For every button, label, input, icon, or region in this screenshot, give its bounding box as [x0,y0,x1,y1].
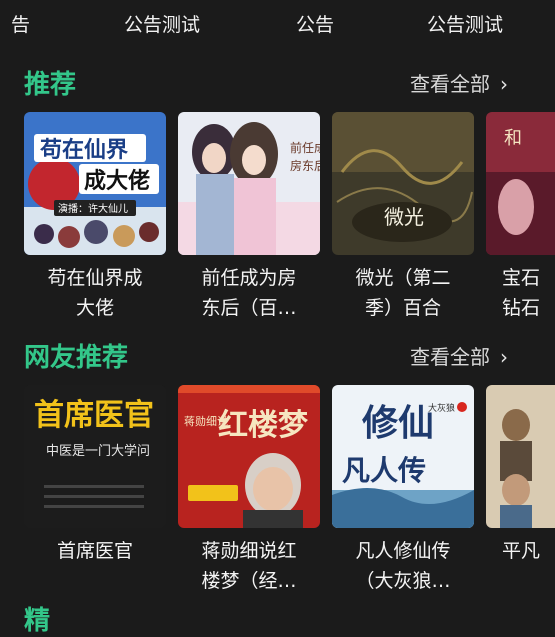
announcement-ticker[interactable]: 告 公告测试 公告 公告测试 [0,0,555,46]
cover-subtitle-text: 蒋勋细说 [184,414,228,428]
view-all-recommend-button[interactable]: 查看全部 › [410,68,508,97]
book-title-line1: 凡人修仙传 [355,540,451,562]
book-card[interactable]: 前任成为 房东后 前任成为房 东后（百… [178,112,320,323]
cover-subtitle-text: 成大佬 [84,168,150,194]
book-card[interactable]: 和 宝石 钻石 [486,112,555,323]
book-title: 平凡 [486,536,555,566]
book-title-line2: 楼梦（经… [201,570,297,592]
cover-subtitle-text: 房东后 [290,158,320,173]
book-cover[interactable]: 苟在仙界 成大佬 演播：许大仙儿 [24,112,166,255]
view-all-label: 查看全部 [410,72,490,96]
book-title: 苟在仙界成 大佬 [24,263,166,323]
book-title: 宝石 钻石 [486,263,555,323]
book-card[interactable]: 平凡 [486,385,555,566]
cover-title-text: 微光 [384,205,424,229]
book-title-line2: 钻石 [502,297,541,319]
book-title-line2: 大佬 [75,297,114,319]
book-title: 前任成为房 东后（百… [178,263,320,323]
book-title-line1: 微光（第二 [355,267,451,289]
cover-title-text: 和 [504,128,522,149]
ticker-item[interactable]: 告 [11,10,30,37]
book-card[interactable]: 首席医官 中医是一门大学问 首席医官 [24,385,166,566]
book-title: 微光（第二 季）百合 [332,263,474,323]
book-title-line1: 首席医官 [56,540,133,562]
book-title-line2: （大灰狼… [355,570,451,592]
cover-title-text: 前任成为 [290,140,320,155]
book-cover[interactable] [486,385,555,528]
book-cover[interactable]: 前任成为 房东后 [178,112,320,255]
ticker-item[interactable]: 公告测试 [124,10,200,37]
book-card[interactable]: 修仙 凡人传 大灰狼 凡人修仙传 （大灰狼… [332,385,474,595]
book-title: 首席医官 [24,536,166,566]
chevron-right-icon: › [500,345,508,369]
book-title-line2: 东后（百… [201,297,297,319]
book-card[interactable]: 红楼梦 蒋勋细说 蒋勋细说红 楼梦（经… [178,385,320,595]
book-cover[interactable]: 修仙 凡人传 大灰狼 [332,385,474,528]
cover-title-text: 苟在仙界 [39,137,128,163]
book-title-line1: 平凡 [502,540,541,562]
section-title-next-partial: 精 [24,606,51,636]
cover-title-text: 修仙 [362,402,434,444]
user-recommend-card-row: 首席医官 中医是一门大学问 首席医官 红楼梦 蒋勋细说 蒋勋细说红 楼梦（经… … [0,385,555,595]
book-cover[interactable]: 红楼梦 蒋勋细说 [178,385,320,528]
book-cover[interactable]: 微光 [332,112,474,255]
cover-subtitle-text: 中医是一门大学问 [46,443,150,459]
cover-title-text: 红楼梦 [218,408,308,443]
cover-narrator-text: 大灰狼 [428,402,455,414]
book-cover[interactable]: 和 [486,112,555,255]
section-title-user-recommend: 网友推荐 [24,343,129,373]
book-title: 蒋勋细说红 楼梦（经… [178,536,320,595]
book-cover[interactable]: 首席医官 中医是一门大学问 [24,385,166,528]
ticker-item[interactable]: 公告 [296,10,334,37]
book-card[interactable]: 苟在仙界 成大佬 演播：许大仙儿 苟在仙界成 大佬 [24,112,166,323]
book-title-line2: 季）百合 [364,297,441,319]
ticker-item[interactable]: 公告测试 [427,10,503,37]
book-card[interactable]: 微光 微光（第二 季）百合 [332,112,474,323]
cover-subtitle-text: 凡人传 [342,454,426,487]
section-title-recommend: 推荐 [24,70,77,100]
chevron-right-icon: › [500,72,508,96]
cover-title-text: 首席医官 [34,398,154,433]
view-all-user-recommend-button[interactable]: 查看全部 › [410,341,508,370]
cover-narrator-text: 演播：许大仙儿 [58,202,128,215]
recommend-card-row: 苟在仙界 成大佬 演播：许大仙儿 苟在仙界成 大佬 前任 房东 前任成为房 东后… [0,112,555,332]
book-title: 凡人修仙传 （大灰狼… [332,536,474,595]
book-title-line1: 苟在仙界成 [47,267,143,289]
book-title-line1: 蒋勋细说红 [201,540,297,562]
book-title-line1: 前任成为房 [201,267,297,289]
view-all-label: 查看全部 [410,345,490,369]
book-title-line1: 宝石 [502,267,541,289]
